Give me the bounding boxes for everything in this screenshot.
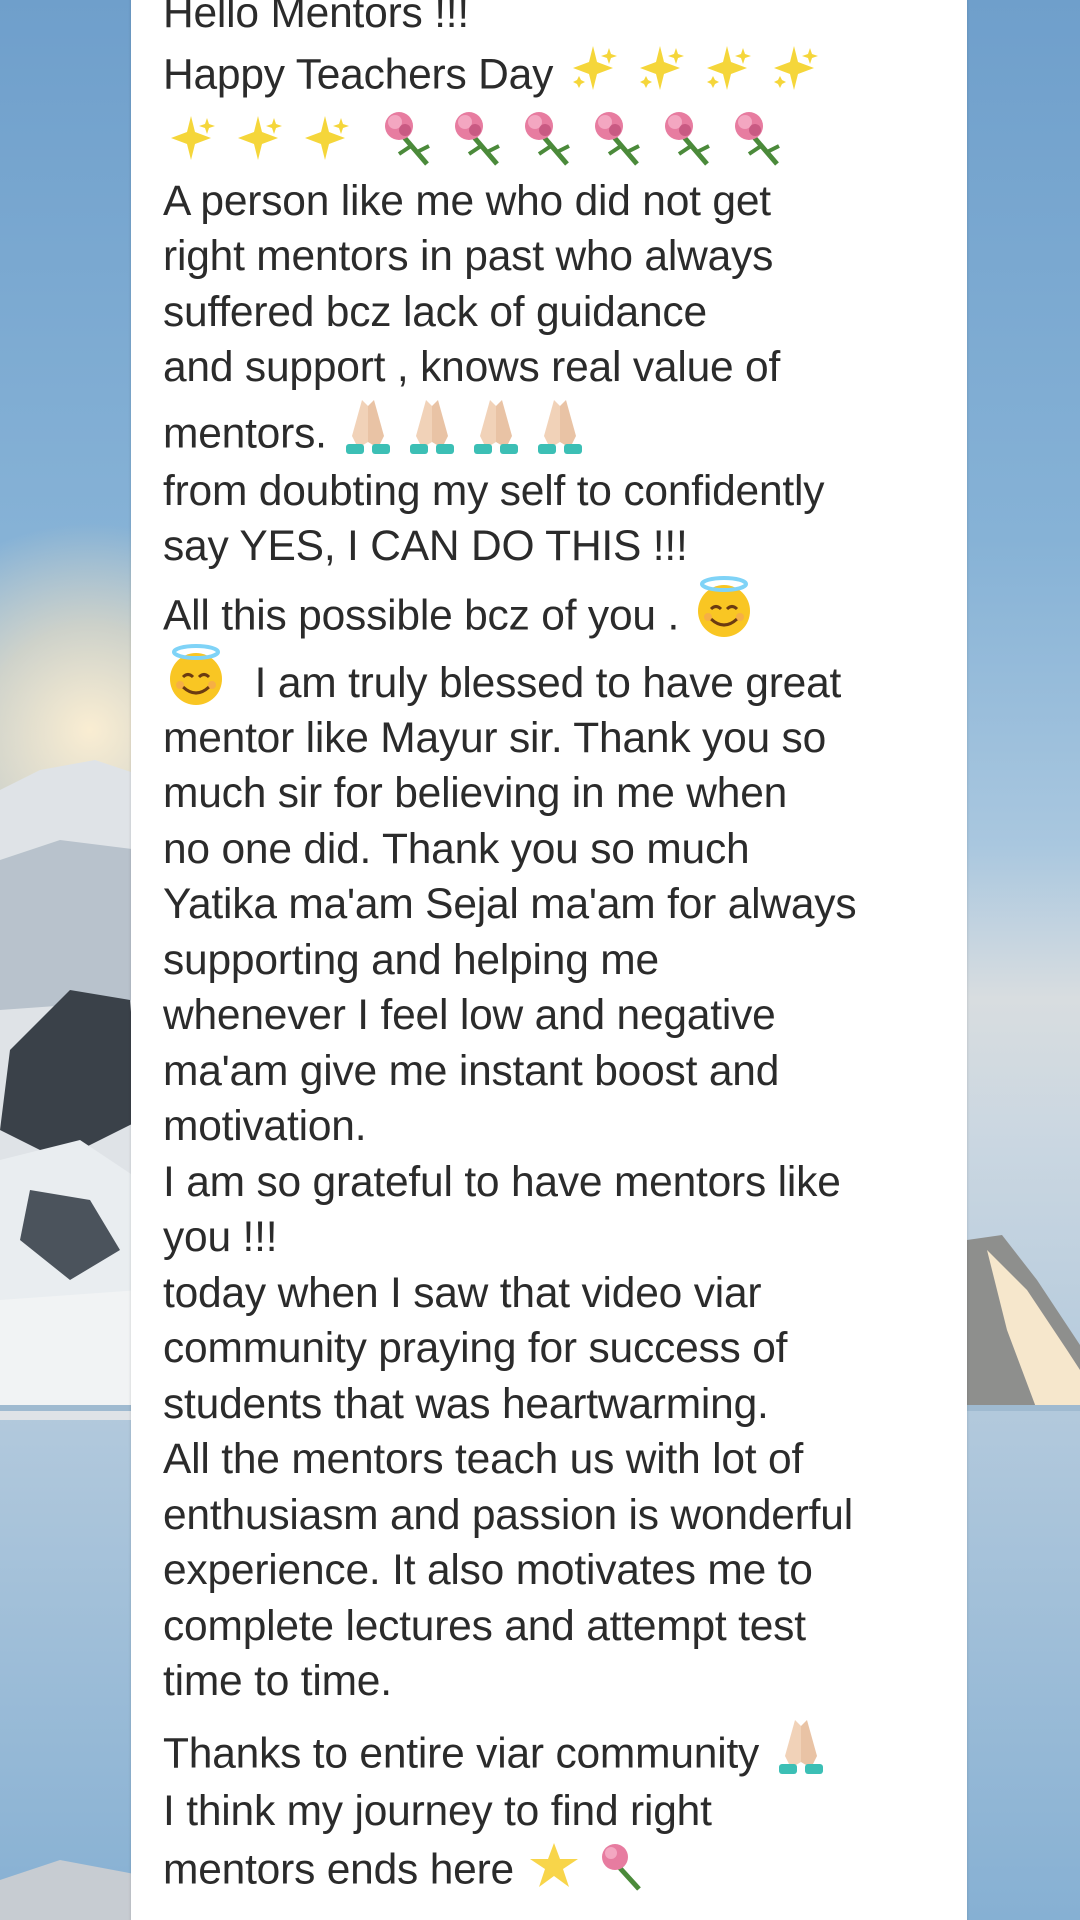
message-line: I think my journey to find right — [163, 1784, 953, 1840]
message-line-text: from doubting my self to confidently — [163, 467, 825, 515]
message-line-text: All the mentors teach us with lot of — [163, 1436, 804, 1483]
message-line-text: ma'am give me instant boost and — [163, 1047, 780, 1095]
message-line: Yatika ma'am Sejal ma'am for always — [163, 877, 953, 933]
message-line: I am so grateful to have mentors like — [163, 1155, 953, 1211]
message-line: mentors ends here — [163, 1839, 953, 1895]
message-line-text: time to time. — [163, 1658, 392, 1705]
rose-bouquet-icon — [593, 1839, 649, 1906]
folded-hands-icon — [771, 1716, 831, 1797]
message-line: motivation. — [163, 1099, 953, 1155]
message-line: whenever I feel low and negative — [163, 988, 953, 1044]
message-line-text: I am so grateful to have mentors like — [163, 1158, 841, 1206]
message-line-text: supporting and helping me — [163, 936, 659, 984]
message-line-text: whenever I feel low and negative — [163, 992, 776, 1039]
sparkles-icon — [565, 42, 835, 113]
message-line-text: mentors ends here — [163, 1846, 514, 1894]
message-line-text: A person like me who did not get — [163, 177, 771, 225]
message-line-text: All this possible bcz of you . — [163, 592, 680, 640]
message-line: experience. It also motivates me to — [163, 1543, 953, 1599]
message-line-text: right mentors in past who always — [163, 233, 774, 280]
teachers-day-text: Happy Teachers Day — [163, 51, 554, 99]
message-line: suffered bcz lack of guidance — [163, 285, 953, 341]
glowing-star-icon — [526, 1839, 582, 1906]
message-line-text: suffered bcz lack of guidance — [163, 288, 707, 336]
message-line: Hello Mentors !!! — [163, 0, 953, 42]
message-line-text: and support , knows real value of — [163, 344, 781, 391]
message-line: Thanks to entire viar community — [163, 1716, 953, 1784]
message-line-text: no one did. Thank you so much — [163, 825, 750, 873]
message-line-text: mentors. — [163, 410, 327, 458]
message-line: community praying for success of — [163, 1321, 953, 1377]
message-line: right mentors in past who always — [163, 229, 953, 285]
message-line: and support , knows real value of — [163, 340, 953, 396]
message-line-text: community praying for success of — [163, 1325, 788, 1372]
message-line-text: experience. It also motivates me to — [163, 1547, 813, 1594]
greeting-text: Hello Mentors !!! — [163, 0, 470, 37]
message-line-text: I am truly blessed to have great — [254, 660, 842, 708]
message-line: complete lectures and attempt test — [163, 1599, 953, 1655]
message-line: All the mentors teach us with lot of — [163, 1432, 953, 1488]
message-line-text: mentor like Mayur sir. Thank you so — [163, 714, 827, 762]
wallpaper-mountains-right — [967, 1235, 1080, 1410]
message-line: students that was heartwarming. — [163, 1377, 953, 1433]
message-line-text: complete lectures and attempt test — [163, 1602, 806, 1650]
message-line: All this possible bcz of you . — [163, 575, 953, 643]
message-line: mentor like Mayur sir. Thank you so — [163, 711, 953, 767]
message-line: you !!! — [163, 1210, 953, 1266]
message-line-text: much sir for believing in me when — [163, 770, 788, 817]
message-line: today when I saw that video viar — [163, 1266, 953, 1322]
message-line-text: I think my journey to find right — [163, 1787, 712, 1835]
message-line: mentors. — [163, 396, 953, 464]
message-line-text: Yatika ma'am Sejal ma'am for always — [163, 881, 857, 928]
message-line: ma'am give me instant boost and — [163, 1044, 953, 1100]
message-line: much sir for believing in me when — [163, 766, 953, 822]
message-line: A person like me who did not get — [163, 174, 953, 230]
message-line-text: Thanks to entire viar community — [163, 1730, 760, 1778]
message-line: from doubting my self to confidently — [163, 464, 953, 520]
message-line: time to time. — [163, 1654, 953, 1710]
message-line-text: motivation. — [163, 1103, 367, 1150]
message-line: enthusiasm and passion is wonderful — [163, 1488, 953, 1544]
message-line: no one did. Thank you so much — [163, 822, 953, 878]
message-line-text: enthusiasm and passion is wonderful — [163, 1491, 853, 1539]
message-line — [163, 106, 953, 174]
message-line: say YES, I CAN DO THIS !!! — [163, 519, 953, 575]
message-line-text: students that was heartwarming. — [163, 1380, 769, 1428]
message-line: supporting and helping me — [163, 933, 953, 989]
message-line-text: you !!! — [163, 1214, 278, 1261]
message-line-text: today when I saw that video viar — [163, 1269, 762, 1317]
message-line: I am truly blessed to have great — [163, 643, 953, 711]
message-line-text: say YES, I CAN DO THIS !!! — [163, 523, 688, 570]
message-text: Hello Mentors !!! Happy Teachers Day A p… — [163, 0, 953, 1895]
message-line: Happy Teachers Day — [163, 42, 953, 106]
wallpaper-mountains-left — [0, 760, 140, 1920]
